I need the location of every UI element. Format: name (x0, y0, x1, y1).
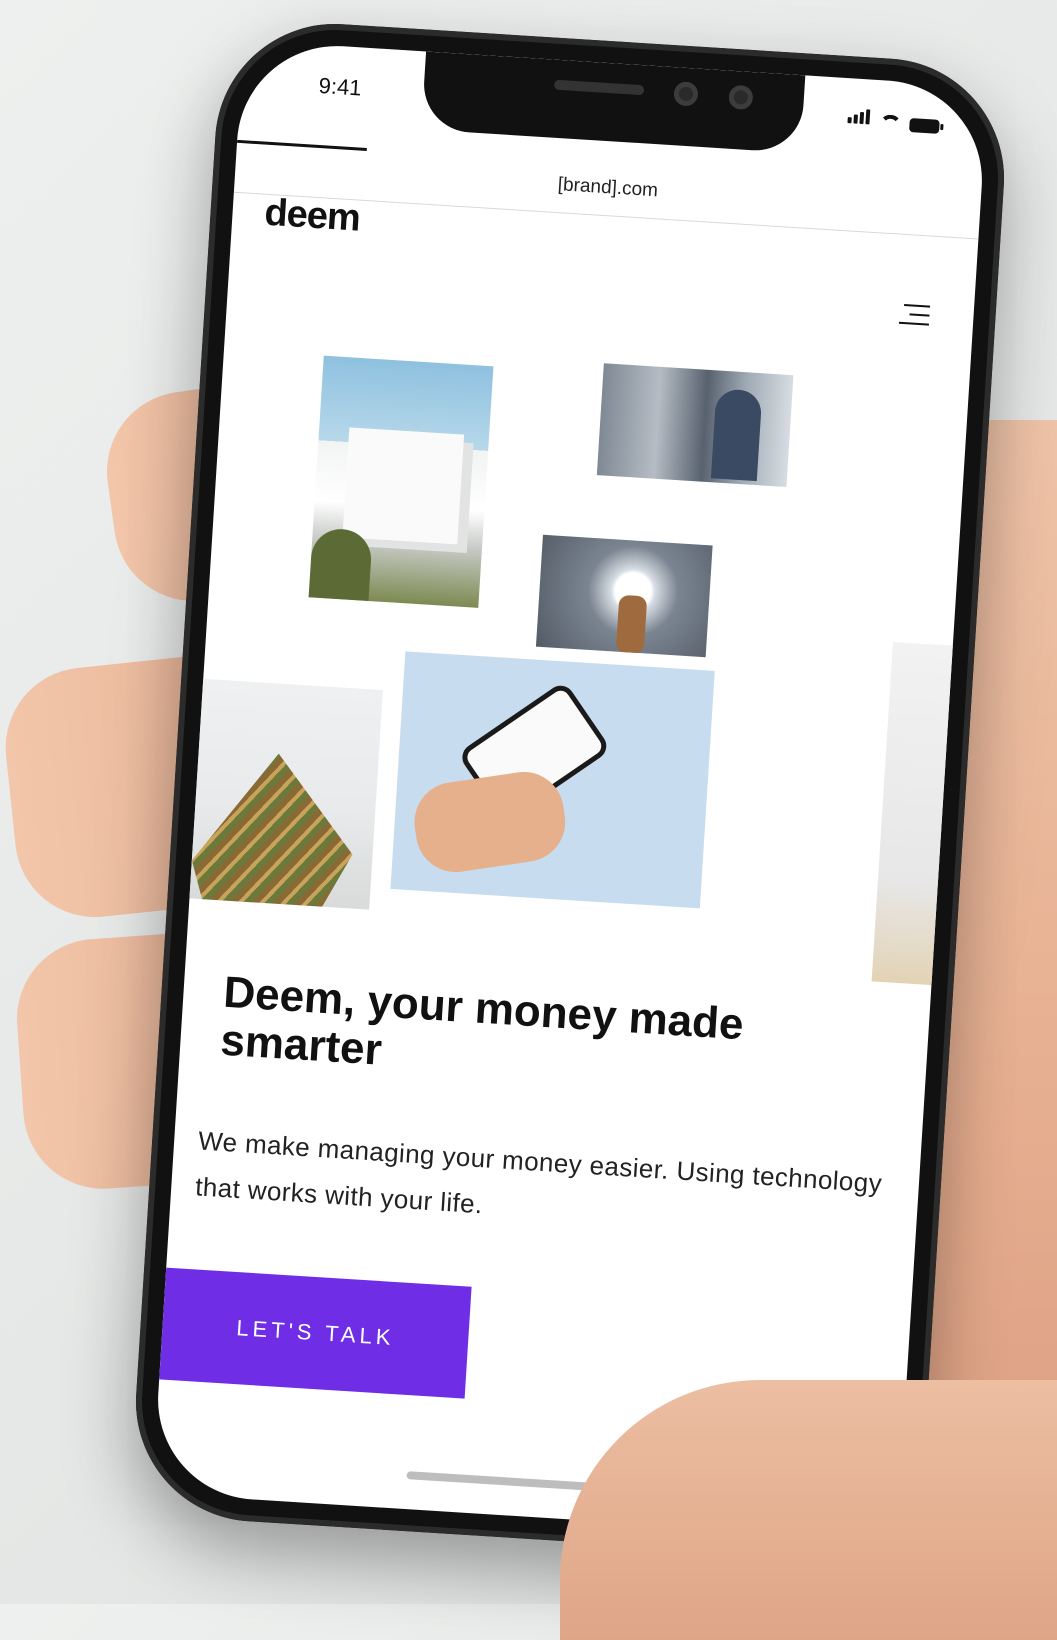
signal-icon (847, 108, 872, 129)
status-time: 9:41 (317, 72, 363, 101)
phone-screen: 9:41 [brand].com deem Deem, your money m… (152, 40, 988, 1540)
sensor-icon (728, 84, 754, 111)
camera-icon (673, 81, 699, 107)
site-logo[interactable]: deem (263, 192, 361, 241)
palm-tree-photo (159, 676, 383, 910)
lets-talk-button[interactable]: LET'S TALK (159, 1267, 472, 1399)
hero-subtext: We make managing your money easier. Usin… (194, 1125, 883, 1220)
speaker-grille (553, 79, 645, 96)
hand-holding-phone-photo (390, 651, 715, 909)
woman-with-phone-photo (596, 363, 794, 487)
splash-photo (535, 534, 713, 658)
status-icons (847, 108, 940, 134)
hamburger-menu-icon[interactable] (898, 302, 931, 328)
phone-device: 9:41 [brand].com deem Deem, your money m… (128, 16, 1012, 1564)
battery-icon (908, 118, 940, 134)
page-load-progress (236, 139, 367, 151)
wifi-icon (879, 114, 902, 131)
phone-notch (421, 51, 806, 154)
hero-headline: Deem, your money made smarter (219, 967, 745, 1075)
building-photo (308, 355, 494, 608)
